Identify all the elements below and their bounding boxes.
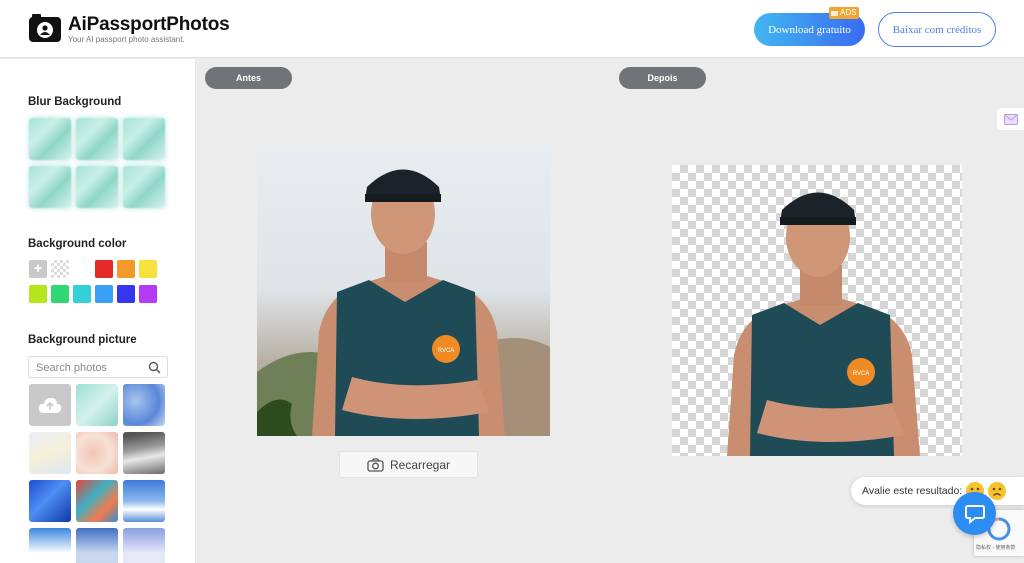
mail-icon	[1003, 113, 1018, 125]
camera-icon	[367, 457, 384, 472]
color-swatch[interactable]	[139, 260, 157, 278]
reload-button[interactable]: Recarregar	[339, 451, 478, 478]
blur-option-4[interactable]	[29, 166, 71, 208]
top-header: AiPassportPhotos Your AI passport photo …	[0, 0, 1024, 58]
color-swatch[interactable]	[139, 285, 157, 303]
original-photo: RVCA	[257, 142, 550, 436]
add-color-button[interactable]: +	[29, 260, 47, 278]
editor-sidebar: Blur Background Background color + Backg…	[0, 59, 196, 563]
blur-option-6[interactable]	[123, 166, 165, 208]
result-photo: RVCA	[672, 165, 962, 456]
blur-option-2[interactable]	[76, 118, 118, 160]
background-picture-5[interactable]	[76, 432, 118, 474]
blur-option-5[interactable]	[76, 166, 118, 208]
background-color-title: Background color	[28, 238, 127, 250]
sad-face-icon[interactable]	[988, 482, 1007, 500]
color-swatch[interactable]	[95, 260, 113, 278]
result-photo-image: RVCA	[727, 192, 920, 456]
color-swatch[interactable]	[117, 285, 135, 303]
app-tagline: Your AI passport photo assistant.	[68, 35, 185, 44]
background-picture-4[interactable]	[29, 432, 71, 474]
color-swatch[interactable]	[51, 285, 69, 303]
svg-text:RVCA: RVCA	[438, 348, 455, 354]
after-label: Depois	[619, 67, 706, 89]
background-picture-6[interactable]	[123, 432, 165, 474]
color-swatch[interactable]	[95, 285, 113, 303]
ads-badge-label: ADS	[840, 8, 857, 17]
folder-icon	[831, 11, 838, 16]
cloud-upload-icon	[38, 398, 62, 413]
background-picture-9[interactable]	[123, 480, 165, 522]
camera-logo-icon[interactable]	[28, 13, 62, 43]
rating-bar: Avalie este resultado:	[851, 477, 1024, 505]
rating-prompt: Avalie este resultado:	[862, 485, 963, 497]
original-photo-image: RVCA	[257, 142, 550, 436]
svg-text:RVCA: RVCA	[853, 371, 870, 377]
background-picture-12[interactable]	[123, 528, 165, 563]
chat-support-button[interactable]	[953, 492, 996, 535]
transparent-color-swatch[interactable]	[51, 260, 69, 278]
app-name[interactable]: AiPassportPhotos	[68, 14, 230, 36]
recaptcha-terms[interactable]: 隐私权 - 使用条款	[976, 544, 1015, 551]
blur-background-title: Blur Background	[28, 96, 122, 108]
color-swatch[interactable]	[29, 285, 47, 303]
background-picture-11[interactable]	[76, 528, 118, 563]
search-icon[interactable]	[148, 361, 161, 374]
download-credits-button[interactable]: Baixar com créditos	[878, 12, 996, 47]
chat-bubble-icon	[964, 504, 985, 524]
before-label: Antes	[205, 67, 292, 89]
color-swatch[interactable]	[117, 260, 135, 278]
color-swatch[interactable]	[73, 285, 91, 303]
upload-picture-button[interactable]	[29, 384, 71, 426]
reload-button-label: Recarregar	[389, 457, 451, 472]
photo-search-input[interactable]	[36, 360, 146, 375]
background-picture-8[interactable]	[76, 480, 118, 522]
background-picture-3[interactable]	[123, 384, 165, 426]
background-picture-title: Background picture	[28, 334, 137, 346]
feedback-mail-button[interactable]	[997, 108, 1024, 130]
white-color-swatch[interactable]	[73, 260, 91, 278]
ads-badge: ADS	[829, 7, 860, 19]
background-picture-2[interactable]	[76, 384, 118, 426]
blur-option-3[interactable]	[123, 118, 165, 160]
blur-option-1[interactable]	[29, 118, 71, 160]
photo-search-box[interactable]	[28, 356, 168, 378]
background-picture-10[interactable]	[29, 528, 71, 563]
background-picture-7[interactable]	[29, 480, 71, 522]
